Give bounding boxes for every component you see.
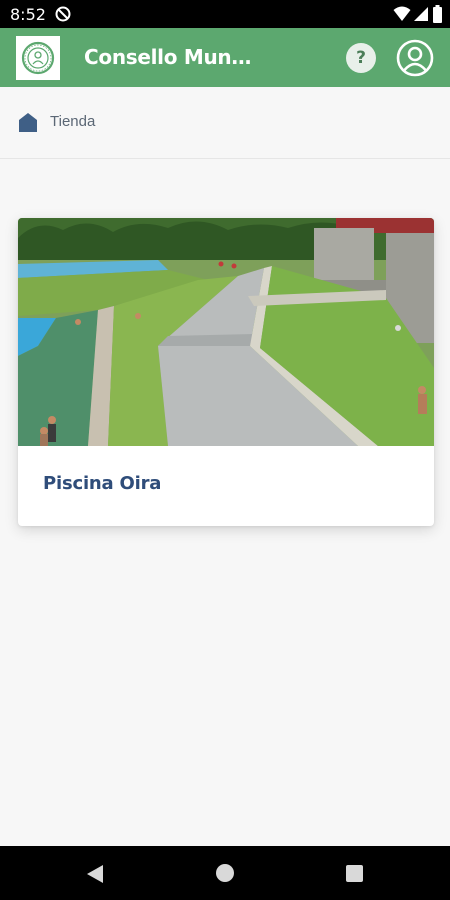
wifi-icon [393, 6, 411, 21]
seal-emblem [21, 41, 55, 75]
breadcrumb-label[interactable]: Tienda [50, 113, 95, 130]
municipal-seal-logo[interactable] [16, 36, 60, 80]
back-icon[interactable] [86, 864, 104, 884]
battery-icon [433, 5, 442, 23]
do-not-disturb-icon [55, 6, 71, 22]
status-bar: 8:52 [0, 0, 450, 28]
outdoor-swimming-pool-photo [18, 218, 434, 446]
product-card[interactable]: Piscina Oira [18, 218, 434, 526]
breadcrumb: Tienda [0, 87, 450, 159]
help-button[interactable]: ? [346, 43, 376, 73]
card-title[interactable]: Piscina Oira [43, 473, 161, 494]
recents-icon[interactable] [346, 865, 363, 882]
cell-signal-icon [414, 7, 428, 21]
app-title: Consello Municipal de Deportes [84, 45, 254, 69]
home-circle-icon[interactable] [216, 864, 234, 882]
status-time: 8:52 [10, 5, 46, 24]
app-bar: Consello Municipal de Deportes ? [0, 28, 450, 87]
account-circle-icon[interactable] [396, 39, 434, 77]
system-nav-bar [0, 846, 450, 900]
home-icon[interactable] [18, 112, 38, 132]
